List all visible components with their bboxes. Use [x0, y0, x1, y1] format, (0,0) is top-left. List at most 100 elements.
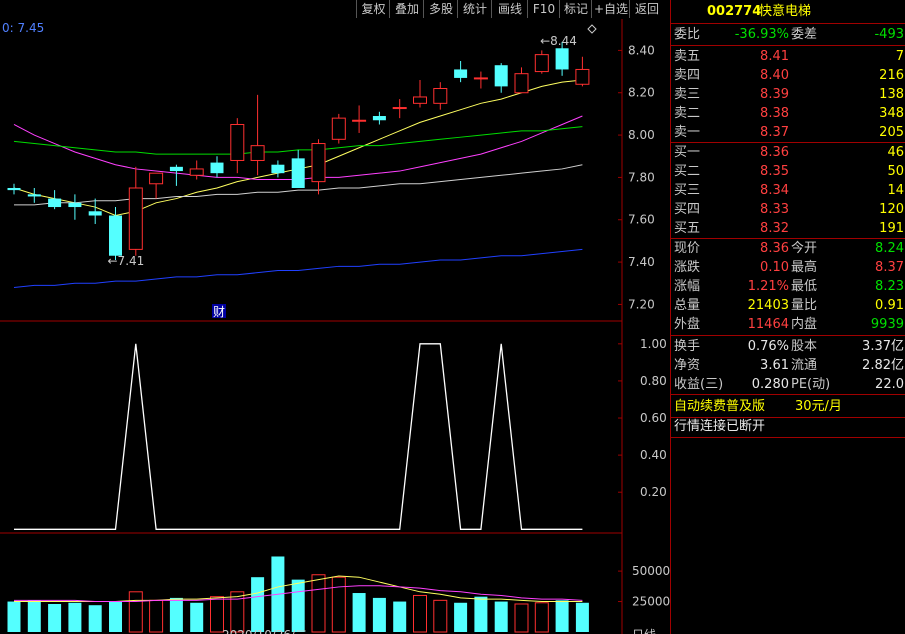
bid-row: 买四 8.33 120: [671, 200, 905, 219]
y-tick-label: 25000: [632, 595, 670, 609]
signal-line: [14, 343, 583, 530]
share-stat-label: 换手: [674, 339, 701, 354]
volume-bar: [413, 594, 427, 633]
bid-price: 8.32: [760, 221, 789, 236]
volume-bar: [514, 603, 529, 633]
ask-row: 卖三 8.39 138: [671, 85, 905, 104]
candle-body: [311, 143, 326, 183]
y-tick-label: 50000: [632, 564, 670, 578]
toolbar-tongji-button[interactable]: 统计: [457, 0, 492, 18]
bid-volume: 14: [887, 183, 904, 198]
candle-body: [109, 215, 122, 256]
candle-body: [514, 73, 529, 94]
volume-bar: [128, 591, 143, 633]
low-price-label: ←7.41: [108, 254, 145, 268]
chart-area: 8.40 8.20 8.00 7.80 7.60 7.40 7.20 0: 7.45 ←8.44…: [0, 19, 670, 634]
y-tick-label: 7.60: [628, 213, 655, 227]
share-stat-label: PE(动): [791, 377, 831, 392]
candle-body: [454, 69, 468, 78]
candle-body: [372, 116, 386, 121]
candle-body: [27, 194, 41, 197]
volume-bar: [454, 602, 468, 632]
volume-bar: [48, 603, 62, 632]
toolbar-f10-button[interactable]: F10: [527, 0, 560, 18]
moving-average-line: [13, 248, 583, 288]
toolbar-diejia-button[interactable]: 叠加: [389, 0, 424, 18]
volume-bar: [534, 602, 549, 633]
toolbar-fuquan-button[interactable]: 复权: [356, 0, 390, 18]
candle-body: [128, 187, 143, 250]
toolbar-biaoji-button[interactable]: 标记: [559, 0, 592, 18]
stat-label: 最低: [791, 279, 818, 294]
candle-body: [230, 123, 245, 161]
candle-body: [149, 172, 164, 185]
volume-bar: [230, 591, 245, 633]
weibi-label: 委比: [674, 27, 701, 42]
volume-bar: [494, 601, 508, 632]
high-price-label: ←8.44: [540, 34, 577, 48]
stat-value: 8.23: [875, 279, 904, 294]
bid-volume: 50: [887, 164, 904, 179]
stat-label: 涨幅: [674, 279, 701, 294]
stat-row: 总量 21403 量比 0.91: [671, 296, 905, 315]
volume-bar: [7, 601, 21, 632]
y-tick-label: 0.80: [640, 374, 667, 388]
stock-name: 快意电梯: [759, 4, 812, 19]
stat-value: 0.10: [760, 260, 789, 275]
share-stat-value: 0.280: [751, 377, 789, 392]
volume-bar: [149, 599, 164, 633]
ask-row: 卖一 8.37 205: [671, 123, 905, 142]
ask-label: 卖二: [674, 106, 701, 121]
share-stat-label: 净资: [674, 358, 701, 373]
stat-value: 8.36: [760, 241, 789, 256]
ask-row: 卖五 8.41 7: [671, 47, 905, 66]
toolbar-fanhui-button[interactable]: 返回: [629, 0, 664, 18]
stat-value: 8.24: [875, 241, 904, 256]
ask-row: 卖二 8.38 348: [671, 104, 905, 123]
ask-label: 卖四: [674, 68, 701, 83]
volume-bar: [169, 597, 183, 632]
stat-value: 21403: [747, 298, 789, 313]
stat-label: 今开: [791, 241, 818, 256]
volume-bar: [352, 593, 366, 632]
y-tick-label: 1.00: [640, 337, 667, 351]
ask-volume: 7: [895, 49, 904, 64]
y-tick-label: 0.60: [640, 411, 667, 425]
period-label: 日线: [632, 628, 656, 634]
toolbar-huaxian-button[interactable]: 画线: [491, 0, 528, 18]
moving-average-line: [13, 79, 583, 217]
candle-body: [169, 166, 183, 172]
date-label: 2020/10/26/二: [222, 628, 307, 634]
bid-volume: 120: [879, 202, 904, 217]
ask-price: 8.39: [760, 87, 789, 102]
promo-row[interactable]: 自动续费普及版 30元/月: [671, 397, 905, 416]
toolbar-duogu-button[interactable]: 多股: [423, 0, 458, 18]
promo-price: 30元/月: [795, 399, 842, 414]
bid-label: 买四: [674, 202, 701, 217]
stock-code: 002774: [707, 4, 762, 19]
volume-bar: [109, 601, 122, 632]
ask-row: 卖四 8.40 216: [671, 66, 905, 85]
weicha-value: -493: [874, 27, 904, 42]
stat-label: 内盘: [791, 317, 818, 332]
share-stat-label: 流通: [791, 358, 818, 373]
bid-label: 买五: [674, 221, 701, 236]
share-stat-value: 3.61: [760, 358, 789, 373]
ask-label: 卖三: [674, 87, 701, 102]
weibi-value: -36.93%: [734, 27, 789, 42]
weibi-row: 委比 -36.93% 委差 -493: [671, 25, 905, 44]
candle-body: [555, 48, 569, 70]
ask-volume: 138: [879, 87, 904, 102]
toolbar-zixuan-button[interactable]: +自选: [591, 0, 630, 18]
stat-label: 最高: [791, 260, 818, 275]
stat-row: 涨跌 0.10 最高 8.37: [671, 258, 905, 277]
bid-label: 买三: [674, 183, 701, 198]
y-tick-label: 8.00: [628, 128, 655, 142]
candle-body: [7, 187, 21, 191]
ask-label: 卖一: [674, 125, 701, 140]
candle-body: [291, 158, 305, 188]
candle-body: [413, 96, 427, 104]
share-stat-row: 净资 3.61 流通 2.82亿: [671, 356, 905, 375]
ask-label: 卖五: [674, 49, 701, 64]
connection-status-row: 行情连接已断开: [671, 417, 905, 436]
